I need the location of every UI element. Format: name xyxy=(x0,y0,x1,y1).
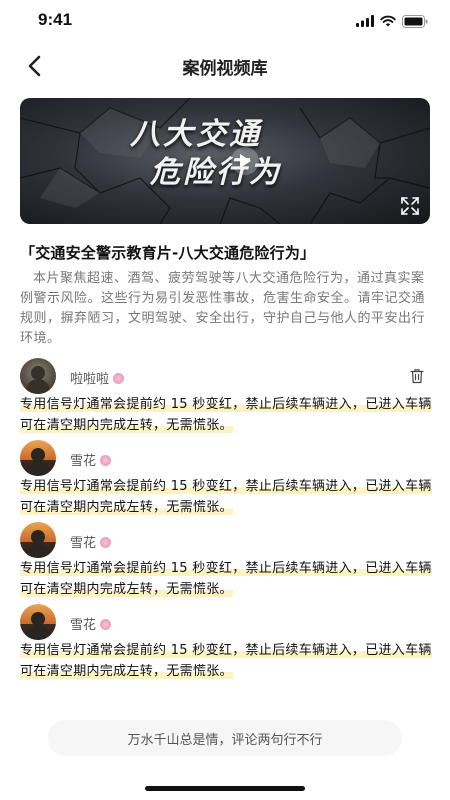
avatar[interactable] xyxy=(20,522,56,558)
vip-badge-icon xyxy=(100,537,112,548)
fullscreen-button[interactable] xyxy=(400,196,420,216)
comment-text-body: 专用信号灯通常会提前约 15 秒变红，禁止后续车辆进入，已进入车辆可在清空期内完… xyxy=(20,561,432,597)
delete-comment-button[interactable] xyxy=(409,368,425,384)
comment-text: 专用信号灯通常会提前约 15 秒变红，禁止后续车辆进入，已进入车辆可在清空期内完… xyxy=(20,394,438,436)
home-indicator xyxy=(145,786,305,791)
comment-item: 雪花 专用信号灯通常会提前约 15 秒变红，禁止后续车辆进入，已进入车辆可在清空… xyxy=(0,602,450,684)
vip-badge-icon xyxy=(113,373,125,384)
wifi-icon xyxy=(380,15,396,27)
comment-text: 专用信号灯通常会提前约 15 秒变红，禁止后续车辆进入，已进入车辆可在清空期内完… xyxy=(20,558,438,600)
status-bar: 9:41 xyxy=(0,0,450,44)
play-button[interactable] xyxy=(231,147,259,175)
username-text: 雪花 xyxy=(70,618,97,633)
trash-icon xyxy=(410,369,424,384)
comment-item: 雪花 专用信号灯通常会提前约 15 秒变红，禁止后续车辆进入，已进入车辆可在清空… xyxy=(0,520,450,602)
username-text: 雪花 xyxy=(70,536,97,551)
comment-username: 啦啦啦 xyxy=(70,368,125,387)
video-description: 本片聚焦超速、酒驾、疲劳驾驶等八大交通危险行为，通过真实案例警示风险。这些行为易… xyxy=(20,271,426,346)
avatar[interactable] xyxy=(20,358,56,394)
video-heading: 「交通安全警示教育片-八大交通危险行为」 xyxy=(20,244,316,262)
nav-bar: 案例视频库 xyxy=(0,44,450,88)
signal-icon xyxy=(356,15,374,27)
comment-list: 啦啦啦 专用信号灯通常会提前约 15 秒变红，禁止后续车辆进入，已进入车辆可在清… xyxy=(0,356,450,684)
vip-badge-icon xyxy=(100,455,112,466)
comment-input-placeholder: 万水千山总是情，评论两句行不行 xyxy=(127,732,323,748)
avatar[interactable] xyxy=(20,440,56,476)
status-icons xyxy=(356,14,428,28)
comment-item: 雪花 专用信号灯通常会提前约 15 秒变红，禁止后续车辆进入，已进入车辆可在清空… xyxy=(0,438,450,520)
status-time: 9:41 xyxy=(38,10,73,29)
battery-icon xyxy=(402,14,428,28)
video-info: 「交通安全警示教育片-八大交通危险行为」 本片聚焦超速、酒驾、疲劳驾驶等八大交通… xyxy=(20,242,435,349)
comment-text-body: 专用信号灯通常会提前约 15 秒变红，禁止后续车辆进入，已进入车辆可在清空期内完… xyxy=(20,397,432,433)
comment-username: 雪花 xyxy=(70,532,112,551)
username-text: 雪花 xyxy=(70,454,97,469)
comment-username: 雪花 xyxy=(70,450,112,469)
comment-username: 雪花 xyxy=(70,614,112,633)
fullscreen-icon xyxy=(401,197,419,215)
page-title: 案例视频库 xyxy=(182,59,268,79)
username-text: 啦啦啦 xyxy=(70,372,110,387)
comment-text-body: 专用信号灯通常会提前约 15 秒变红，禁止后续车辆进入，已进入车辆可在清空期内完… xyxy=(20,643,432,679)
comment-input[interactable]: 万水千山总是情，评论两句行不行 xyxy=(48,720,402,756)
comment-text-body: 专用信号灯通常会提前约 15 秒变红，禁止后续车辆进入，已进入车辆可在清空期内完… xyxy=(20,479,432,515)
play-icon xyxy=(240,154,251,168)
avatar[interactable] xyxy=(20,604,56,640)
comment-text: 专用信号灯通常会提前约 15 秒变红，禁止后续车辆进入，已进入车辆可在清空期内完… xyxy=(20,476,438,518)
comment-text: 专用信号灯通常会提前约 15 秒变红，禁止后续车辆进入，已进入车辆可在清空期内完… xyxy=(20,640,438,682)
comment-item: 啦啦啦 专用信号灯通常会提前约 15 秒变红，禁止后续车辆进入，已进入车辆可在清… xyxy=(0,356,450,438)
vip-badge-icon xyxy=(100,619,112,630)
video-player[interactable]: 八大交通 危险行为 xyxy=(20,98,430,224)
